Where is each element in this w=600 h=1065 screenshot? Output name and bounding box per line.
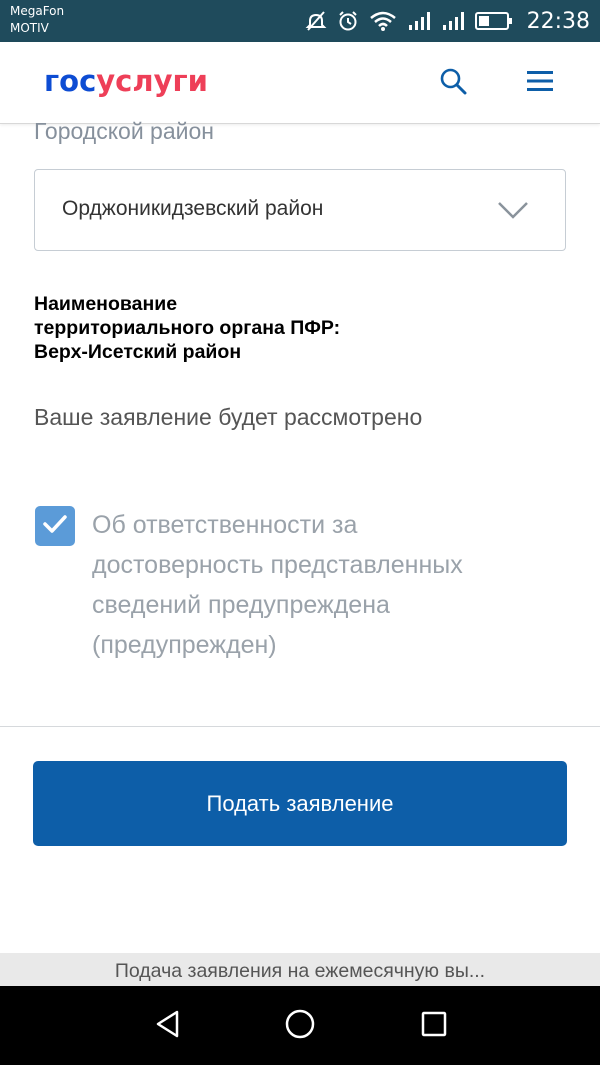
logo-part-1: гос (44, 64, 97, 98)
status-icons: 22:38 (305, 0, 590, 42)
recent-apps-icon (420, 1010, 448, 1043)
checkbox-label-line-4: (предупрежден) (92, 631, 277, 659)
submit-application-button[interactable]: Подать заявление (33, 761, 567, 846)
gosuslugi-logo[interactable]: госуслуги (44, 64, 208, 98)
search-button[interactable] (436, 66, 470, 100)
system-nav-bar (0, 986, 600, 1065)
search-icon (439, 67, 467, 100)
recent-apps-button[interactable] (414, 1006, 454, 1046)
responsibility-checkbox-label[interactable]: Об ответственности за достоверность пред… (92, 505, 562, 665)
back-button[interactable] (148, 1006, 188, 1046)
checkmark-icon (42, 514, 68, 539)
chevron-down-icon (497, 200, 529, 225)
checkbox-label-line-1: Об ответственности за (92, 511, 358, 539)
app-header: госуслуги (0, 42, 600, 124)
review-note: Ваше заявление будет рассмотрено (34, 404, 423, 430)
signal-icon (407, 9, 431, 33)
carrier-name: MegaFon MOTIV (10, 3, 64, 37)
checkbox-label-line-3: сведений предупреждена (92, 591, 390, 619)
status-bar: MegaFon MOTIV 22:38 (0, 0, 600, 42)
pfr-organ-line-3: Верх-Исетский район (34, 341, 242, 363)
pfr-organ-line-1: Наименование (34, 293, 178, 315)
district-select-value: Орджоникидзевский район (62, 197, 324, 220)
mute-icon (305, 9, 327, 33)
checkbox-label-line-2: достоверность представленных (92, 551, 463, 579)
submit-button-label: Подать заявление (206, 790, 394, 816)
divider (0, 726, 600, 727)
home-button[interactable] (280, 1006, 320, 1046)
responsibility-checkbox[interactable] (35, 506, 75, 546)
carrier-line-1: MegaFon (10, 4, 65, 18)
menu-button[interactable] (523, 66, 557, 100)
district-select[interactable]: Орджоникидзевский район (34, 169, 566, 251)
alarm-icon (337, 9, 359, 33)
carrier-line-2: MOTIV (10, 21, 49, 35)
logo-part-2: услуги (96, 64, 208, 98)
district-label: Городской район (34, 118, 214, 144)
menu-icon (526, 69, 554, 98)
pfr-organ-line-2: территориального органа ПФР: (34, 317, 341, 339)
battery-icon (474, 9, 513, 33)
signal-icon (441, 9, 465, 33)
back-icon (153, 1009, 183, 1044)
pfr-organ-name: Наименование территориального органа ПФР… (34, 292, 554, 364)
home-icon (284, 1008, 316, 1045)
page-title-bar: Подача заявления на ежемесячную вы... (0, 953, 600, 986)
clock: 22:38 (526, 8, 590, 34)
wifi-icon (369, 9, 397, 33)
